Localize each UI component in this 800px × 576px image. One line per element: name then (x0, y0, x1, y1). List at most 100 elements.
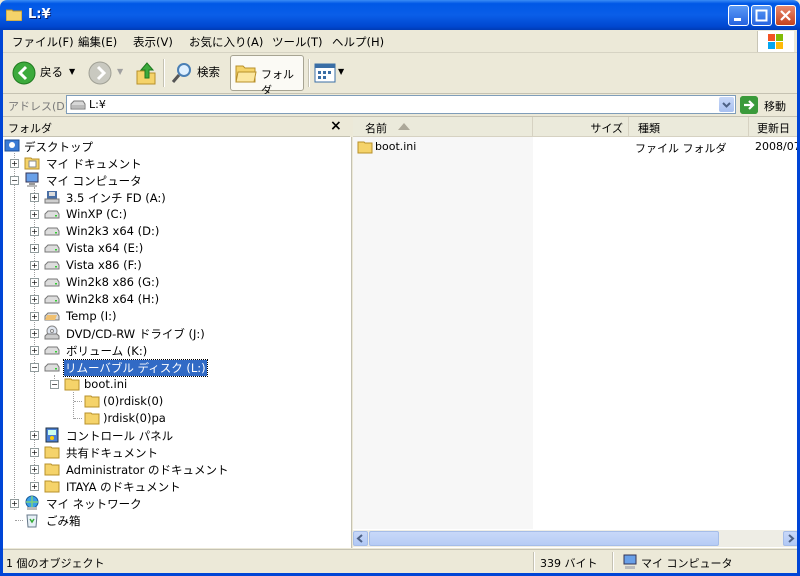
expand-icon[interactable]: + (30, 346, 39, 355)
tree-label: Win2k3 x64 (D:) (66, 224, 160, 238)
views-dropdown-icon[interactable]: ▼ (338, 67, 344, 76)
scroll-right-button[interactable] (783, 531, 798, 546)
search-icon[interactable] (170, 61, 194, 85)
menu-edit[interactable]: 編集(E) (78, 34, 117, 50)
status-size: 339 バイト (540, 557, 598, 570)
maximize-icon (755, 9, 768, 22)
address-dropdown-button[interactable] (719, 97, 734, 112)
cd-drive-icon (44, 325, 60, 340)
expand-icon[interactable]: + (30, 278, 39, 287)
hard-drive-icon (44, 210, 60, 219)
expand-icon[interactable]: + (30, 329, 39, 338)
menu-bar: ファイル(F) 編集(E) 表示(V) お気に入り(A) ツール(T) ヘルプ(… (0, 30, 800, 53)
hard-drive-icon (44, 346, 60, 355)
toolbar-separator (308, 59, 310, 87)
windows-logo-icon (757, 31, 794, 52)
scroll-thumb[interactable] (369, 531, 719, 546)
window-title: L:¥ (28, 7, 51, 22)
menu-favorites[interactable]: お気に入り(A) (189, 34, 263, 50)
horizontal-scrollbar[interactable] (353, 530, 800, 547)
expand-icon[interactable]: + (30, 193, 39, 202)
expand-icon[interactable]: + (30, 210, 39, 219)
expand-icon[interactable]: + (30, 312, 39, 321)
column-type[interactable]: 種類 (629, 117, 749, 136)
status-location: マイ コンピュータ (641, 557, 733, 570)
tree-label: ごみ箱 (46, 514, 81, 528)
folder-tree: デスクトップ + マイ ドキュメント − マイ コンピュータ + 3.5 インチ… (0, 137, 352, 548)
tree-label: 共有ドキュメント (66, 446, 158, 460)
recycle-bin-icon (26, 514, 38, 528)
tree-label: マイ ネットワーク (46, 497, 142, 511)
tree-label: WinXP (C:) (66, 207, 127, 221)
expand-icon[interactable]: + (30, 431, 39, 440)
folder-open-icon (235, 65, 257, 83)
back-arrow-icon[interactable] (12, 61, 36, 85)
folder-icon (44, 463, 60, 476)
close-icon (780, 10, 791, 21)
floppy-drive-icon (44, 191, 60, 204)
folders-button[interactable]: フォルダ (230, 55, 304, 97)
expand-icon[interactable]: + (10, 499, 19, 508)
forward-arrow-icon[interactable] (88, 61, 112, 85)
tree-label: Administrator のドキュメント (66, 463, 229, 477)
menu-view[interactable]: 表示(V) (133, 34, 173, 50)
column-modified[interactable]: 更新日 (749, 117, 800, 136)
sorted-column-background (353, 137, 533, 529)
expand-icon[interactable]: + (10, 159, 19, 168)
folder-icon (64, 378, 80, 391)
column-size[interactable]: サイズ (533, 117, 629, 136)
go-button[interactable]: 移動 (740, 96, 800, 114)
folder-icon (357, 141, 373, 154)
menu-tools[interactable]: ツール(T) (272, 34, 323, 50)
views-icon[interactable] (314, 63, 336, 83)
list-item[interactable]: boot.ini ファイル フォルダ 2008/07 (353, 139, 800, 155)
status-object-count: 1 個のオブジェクト (6, 557, 105, 570)
file-name: boot.ini (375, 140, 417, 153)
folder-icon (84, 395, 100, 408)
tree-label: )rdisk(0)pa (103, 411, 166, 425)
scroll-left-button[interactable] (353, 531, 368, 546)
hard-drive-icon (44, 227, 60, 236)
tree-label: Win2k8 x86 (G:) (66, 275, 160, 289)
folder-pane-title: フォルダ (8, 122, 52, 135)
expand-icon[interactable]: + (30, 448, 39, 457)
up-folder-icon[interactable] (135, 61, 157, 85)
close-button[interactable] (775, 5, 796, 26)
collapse-icon[interactable]: − (30, 363, 39, 372)
minimize-button[interactable] (728, 5, 749, 26)
folder-pane-close-button[interactable]: × (330, 118, 342, 134)
expand-icon[interactable]: + (30, 465, 39, 474)
tree-label: マイ ドキュメント (46, 157, 142, 171)
window-frame (0, 30, 3, 576)
maximize-button[interactable] (751, 5, 772, 26)
computer-icon (25, 172, 39, 187)
collapse-icon[interactable]: − (50, 380, 59, 389)
title-bar[interactable]: L:¥ (0, 0, 800, 30)
menu-help[interactable]: ヘルプ(H) (332, 34, 384, 50)
removable-drive-icon (44, 363, 60, 372)
tree-label: ITAYA のドキュメント (66, 480, 181, 494)
expand-icon[interactable]: + (30, 482, 39, 491)
tree-label: Win2k8 x64 (H:) (66, 292, 160, 306)
address-input[interactable]: L:¥ (66, 95, 736, 114)
collapse-icon[interactable]: − (10, 176, 19, 185)
explorer-window: L:¥ ファイル(F) 編集(E) 表示(V) お気に入り(A) ツール(T) … (0, 0, 800, 576)
forward-dropdown-icon[interactable]: ▼ (117, 67, 123, 76)
expand-icon[interactable]: + (30, 244, 39, 253)
column-name-label: 名前 (365, 122, 387, 135)
expand-icon[interactable]: + (30, 227, 39, 236)
go-label: 移動 (764, 100, 786, 113)
folder-icon (84, 412, 100, 425)
expand-icon[interactable]: + (30, 261, 39, 270)
back-button[interactable]: 戻る (40, 64, 63, 80)
documents-folder-icon (24, 157, 40, 170)
address-bar: アドレス(D) L:¥ 移動 (0, 94, 800, 117)
search-button[interactable]: 検索 (197, 64, 220, 80)
tree-label: リムーバブル ディスク (L:) (63, 359, 208, 377)
back-dropdown-icon[interactable]: ▼ (69, 67, 75, 76)
menu-file[interactable]: ファイル(F) (12, 34, 74, 50)
expand-icon[interactable]: + (30, 295, 39, 304)
address-label: アドレス(D) (8, 100, 70, 113)
column-type-label: 種類 (638, 122, 660, 135)
column-name[interactable]: 名前 (353, 117, 533, 136)
